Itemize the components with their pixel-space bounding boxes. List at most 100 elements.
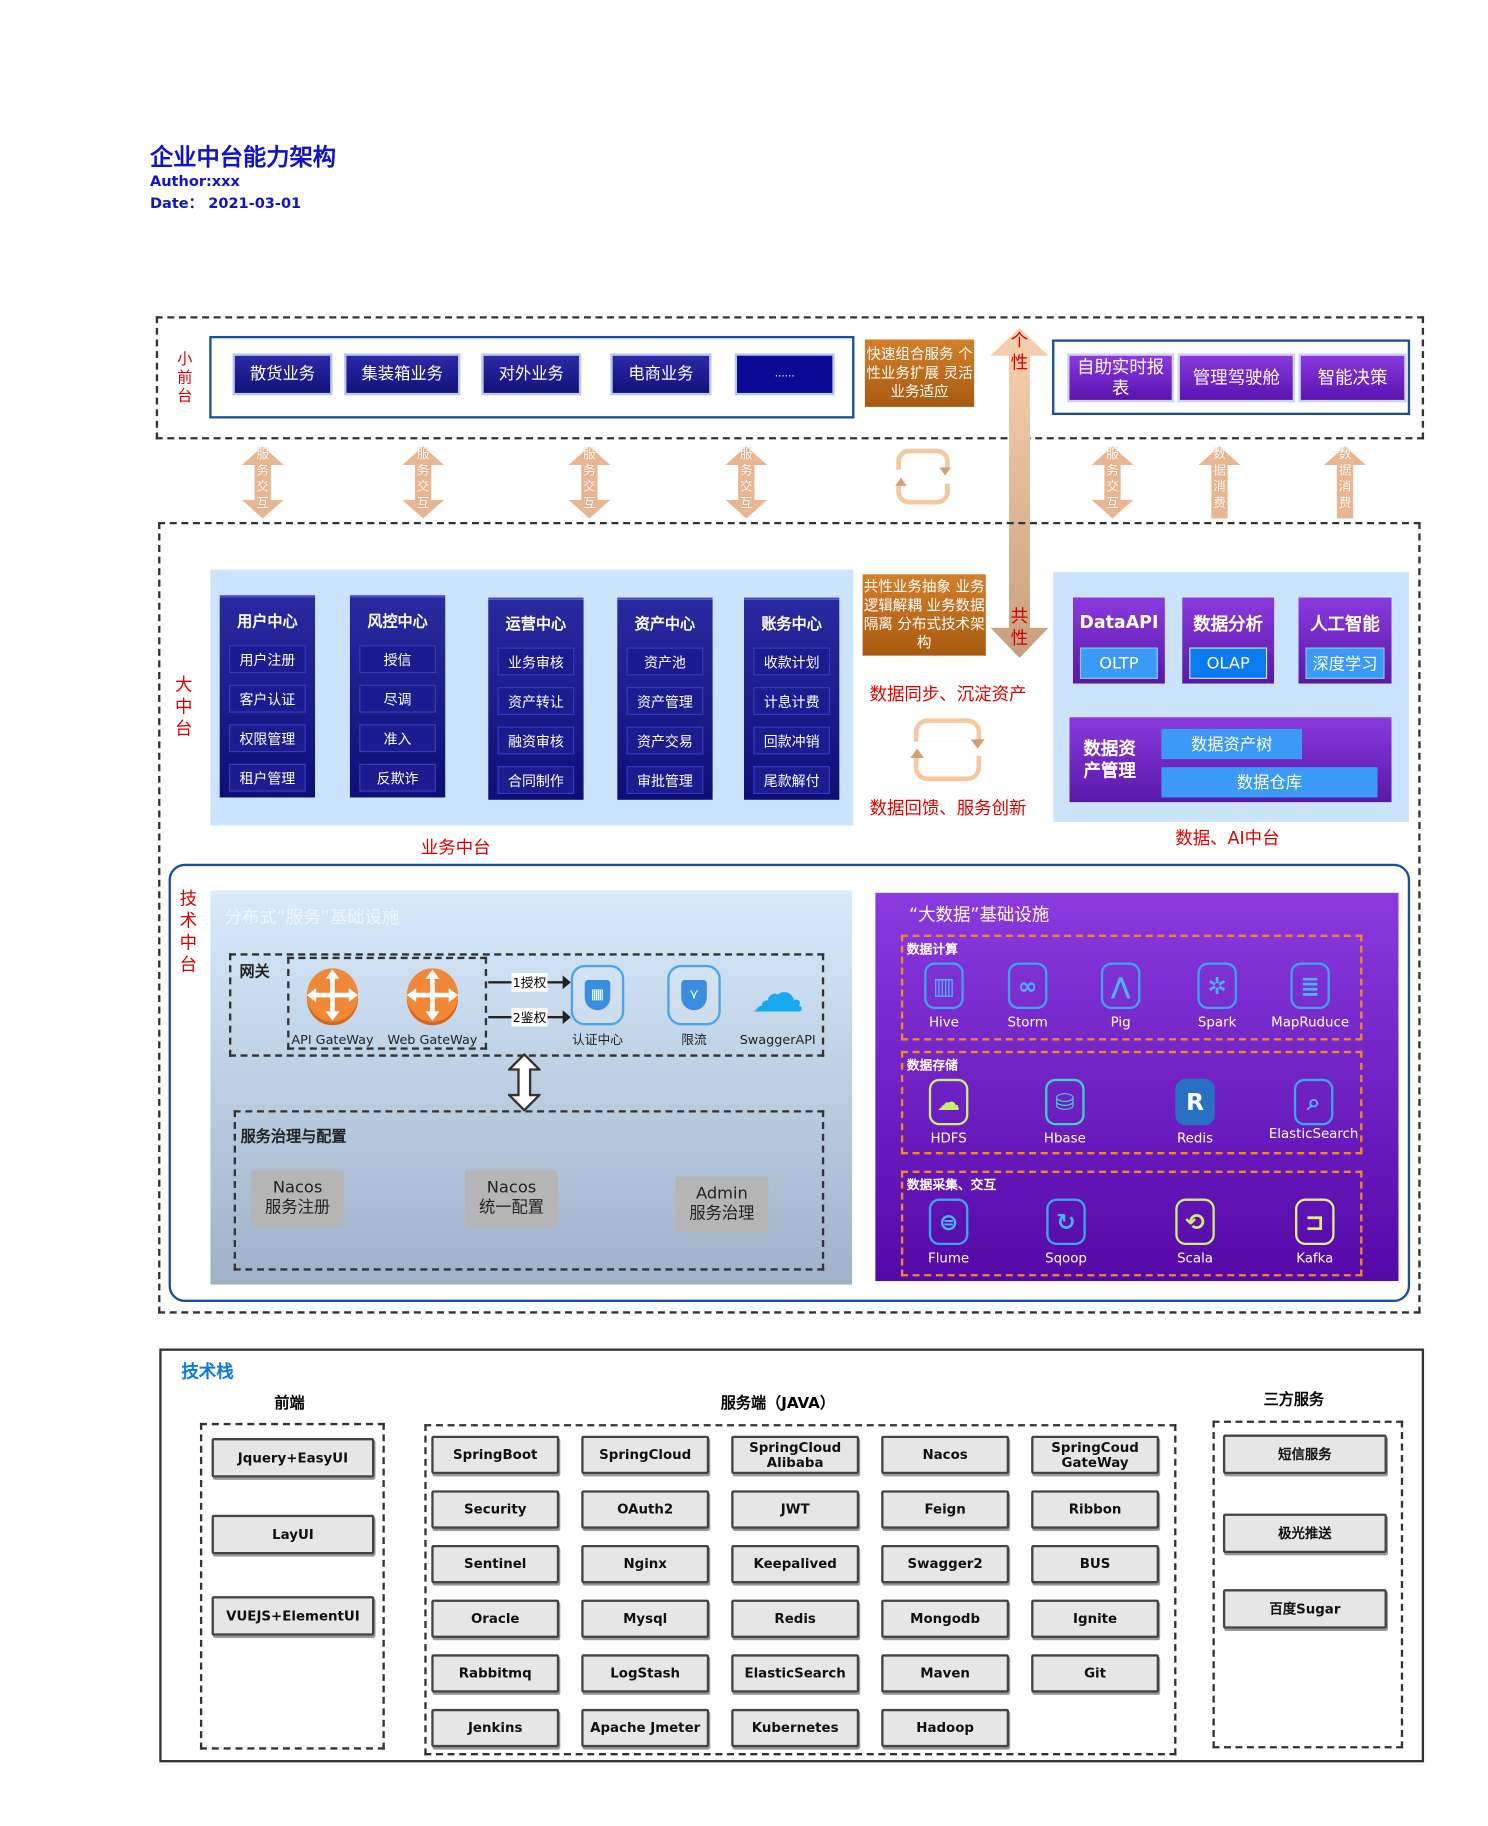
server-tech[interactable]: Ribbon: [1031, 1490, 1160, 1529]
server-tech[interactable]: Mongodb: [881, 1599, 1010, 1638]
server-tech[interactable]: Feign: [881, 1490, 1010, 1529]
bigdata-tool[interactable]: ↻ Sqoop: [1020, 1198, 1113, 1266]
data-card-sub[interactable]: OLAP: [1189, 647, 1268, 679]
server-tech[interactable]: Sentinel: [431, 1544, 560, 1584]
bigdata-tool[interactable]: ∞ Storm: [981, 962, 1074, 1030]
server-tech[interactable]: JWT: [731, 1490, 860, 1529]
gateway-service[interactable]: ▦ 认证中心: [551, 964, 644, 1049]
connector-arrow: 服务交互: [566, 446, 613, 519]
governance-item[interactable]: Nacos 统一配置: [465, 1170, 558, 1227]
center-item[interactable]: 授信: [359, 645, 436, 674]
front-data-app[interactable]: 自助实时报表: [1069, 355, 1172, 400]
front-business-item[interactable]: 电商业务: [612, 355, 710, 393]
bigdata-tool[interactable]: ⋀ Pig: [1074, 962, 1167, 1030]
center-item[interactable]: 回款冲销: [753, 726, 831, 755]
governance-item[interactable]: Admin 服务治理: [675, 1176, 769, 1233]
center-item[interactable]: 资产交易: [626, 726, 704, 755]
gateway-service[interactable]: ⋎ 限流: [648, 964, 741, 1049]
bigdata-tool[interactable]: ≣ MapRuduce: [1264, 962, 1357, 1030]
server-tech[interactable]: Jenkins: [431, 1708, 560, 1748]
center-item[interactable]: 租户管理: [229, 763, 306, 792]
frontend-tech[interactable]: Jquery+EasyUI: [211, 1438, 375, 1478]
front-data-app[interactable]: 管理驾驶舱: [1179, 355, 1293, 400]
center-column: 风控中心 授信 尽调 准入 反欺诈: [349, 595, 446, 798]
server-tech[interactable]: Security: [431, 1490, 560, 1529]
frontend-tech[interactable]: LayUI: [211, 1514, 375, 1555]
bigdata-tool[interactable]: ☁ HDFS: [902, 1078, 995, 1146]
center-item[interactable]: 审批管理: [626, 766, 704, 794]
server-tech[interactable]: BUS: [1031, 1544, 1160, 1584]
center-item[interactable]: 准入: [359, 724, 436, 753]
sqoop-icon: ↻: [1046, 1198, 1086, 1246]
router-icon: [306, 968, 359, 1026]
bigdata-tool[interactable]: R Redis: [1149, 1078, 1242, 1146]
front-business-item[interactable]: ......: [737, 355, 833, 393]
connector-arrow: 数据消费: [1322, 446, 1369, 519]
center-item[interactable]: 尾款解付: [753, 766, 831, 794]
bigdata-tool-label: Sqoop: [1045, 1249, 1087, 1266]
governance-item[interactable]: Nacos 服务注册: [251, 1170, 345, 1227]
data-card-sub[interactable]: OLTP: [1079, 647, 1158, 679]
server-tech[interactable]: OAuth2: [581, 1490, 710, 1529]
center-item[interactable]: 计息计费: [753, 687, 831, 715]
center-item[interactable]: 收款计划: [753, 647, 831, 676]
server-grid: SpringBoot SpringCloud SpringCloud Alibaba…: [424, 1424, 1176, 1755]
bigdata-tool[interactable]: ▥ Hive: [897, 962, 990, 1030]
frontend-tech[interactable]: VUEJS+ElementUI: [211, 1596, 375, 1636]
center-item[interactable]: 资产池: [626, 647, 704, 676]
server-tech[interactable]: ElasticSearch: [731, 1654, 860, 1693]
gateway-item[interactable]: Web GateWay: [386, 967, 479, 1047]
server-tech[interactable]: Nginx: [581, 1544, 710, 1584]
bigdata-tool[interactable]: ⊐ Kafka: [1268, 1198, 1361, 1266]
gateway-item[interactable]: API GateWay: [286, 967, 379, 1047]
author: Author:xxx: [149, 172, 240, 190]
bigdata-tool[interactable]: ⊜ Flume: [902, 1198, 995, 1266]
center-item[interactable]: 用户注册: [229, 645, 306, 674]
bigdata-tool[interactable]: ✲ Spark: [1171, 962, 1264, 1030]
cycle-icon: [909, 718, 986, 782]
center-item[interactable]: 尽调: [359, 684, 436, 713]
server-tech[interactable]: Hadoop: [881, 1708, 1010, 1748]
bigdata-tool[interactable]: ⌕ ElasticSearch: [1267, 1078, 1360, 1142]
third-party-service[interactable]: 百度Sugar: [1222, 1589, 1387, 1629]
data-ai-label: 数据、AI中台: [1175, 827, 1280, 849]
front-business-item[interactable]: 对外业务: [483, 355, 579, 393]
server-tech[interactable]: Kubernetes: [731, 1708, 860, 1748]
center-item[interactable]: 权限管理: [229, 724, 306, 753]
gateway-service-label: 认证中心: [571, 1032, 624, 1048]
third-party-title: 三方服务: [1263, 1391, 1325, 1409]
front-data-app[interactable]: 智能决策: [1300, 355, 1405, 400]
bigdata-tool[interactable]: ⟲ Scala: [1149, 1198, 1242, 1266]
server-tech[interactable]: Mysql: [581, 1599, 710, 1638]
data-card-sub[interactable]: 深度学习: [1305, 647, 1385, 679]
server-tech[interactable]: SpringCloud Alibaba: [731, 1435, 860, 1475]
third-party-service[interactable]: 极光推送: [1222, 1513, 1387, 1554]
center-item[interactable]: 资产管理: [626, 687, 704, 715]
server-tech[interactable]: Keepalived: [731, 1544, 860, 1584]
server-tech[interactable]: Git: [1031, 1654, 1160, 1693]
server-tech[interactable]: SpringCoud GateWay: [1031, 1435, 1160, 1475]
bigdata-tool[interactable]: ⛁ Hbase: [1018, 1078, 1111, 1146]
server-tech[interactable]: SpringBoot: [431, 1435, 560, 1475]
center-item[interactable]: 资产转让: [497, 687, 575, 715]
server-tech[interactable]: Nacos: [881, 1435, 1010, 1475]
server-tech[interactable]: LogStash: [581, 1654, 710, 1693]
center-item[interactable]: 客户认证: [229, 684, 306, 713]
center-item[interactable]: 反欺诈: [359, 763, 436, 792]
server-tech[interactable]: Apache Jmeter: [581, 1708, 710, 1748]
governance-desc: 统一配置: [478, 1198, 545, 1218]
front-business-item[interactable]: 散货业务: [234, 355, 331, 393]
gateway-service[interactable]: ☁ SwaggerAPI: [731, 965, 824, 1048]
third-party-service[interactable]: 短信服务: [1222, 1434, 1387, 1475]
server-tech[interactable]: Maven: [881, 1654, 1010, 1693]
center-item[interactable]: 业务审核: [497, 647, 575, 676]
server-tech[interactable]: Oracle: [431, 1599, 560, 1638]
server-tech[interactable]: Ignite: [1031, 1599, 1160, 1638]
server-tech[interactable]: SpringCloud: [581, 1435, 710, 1475]
center-item[interactable]: 融资审核: [497, 726, 575, 755]
front-business-item[interactable]: 集装箱业务: [346, 355, 459, 393]
center-item[interactable]: 合同制作: [497, 766, 575, 794]
server-tech[interactable]: Swagger2: [881, 1544, 1010, 1584]
server-tech[interactable]: Redis: [731, 1599, 860, 1638]
server-tech[interactable]: Rabbitmq: [431, 1654, 560, 1693]
